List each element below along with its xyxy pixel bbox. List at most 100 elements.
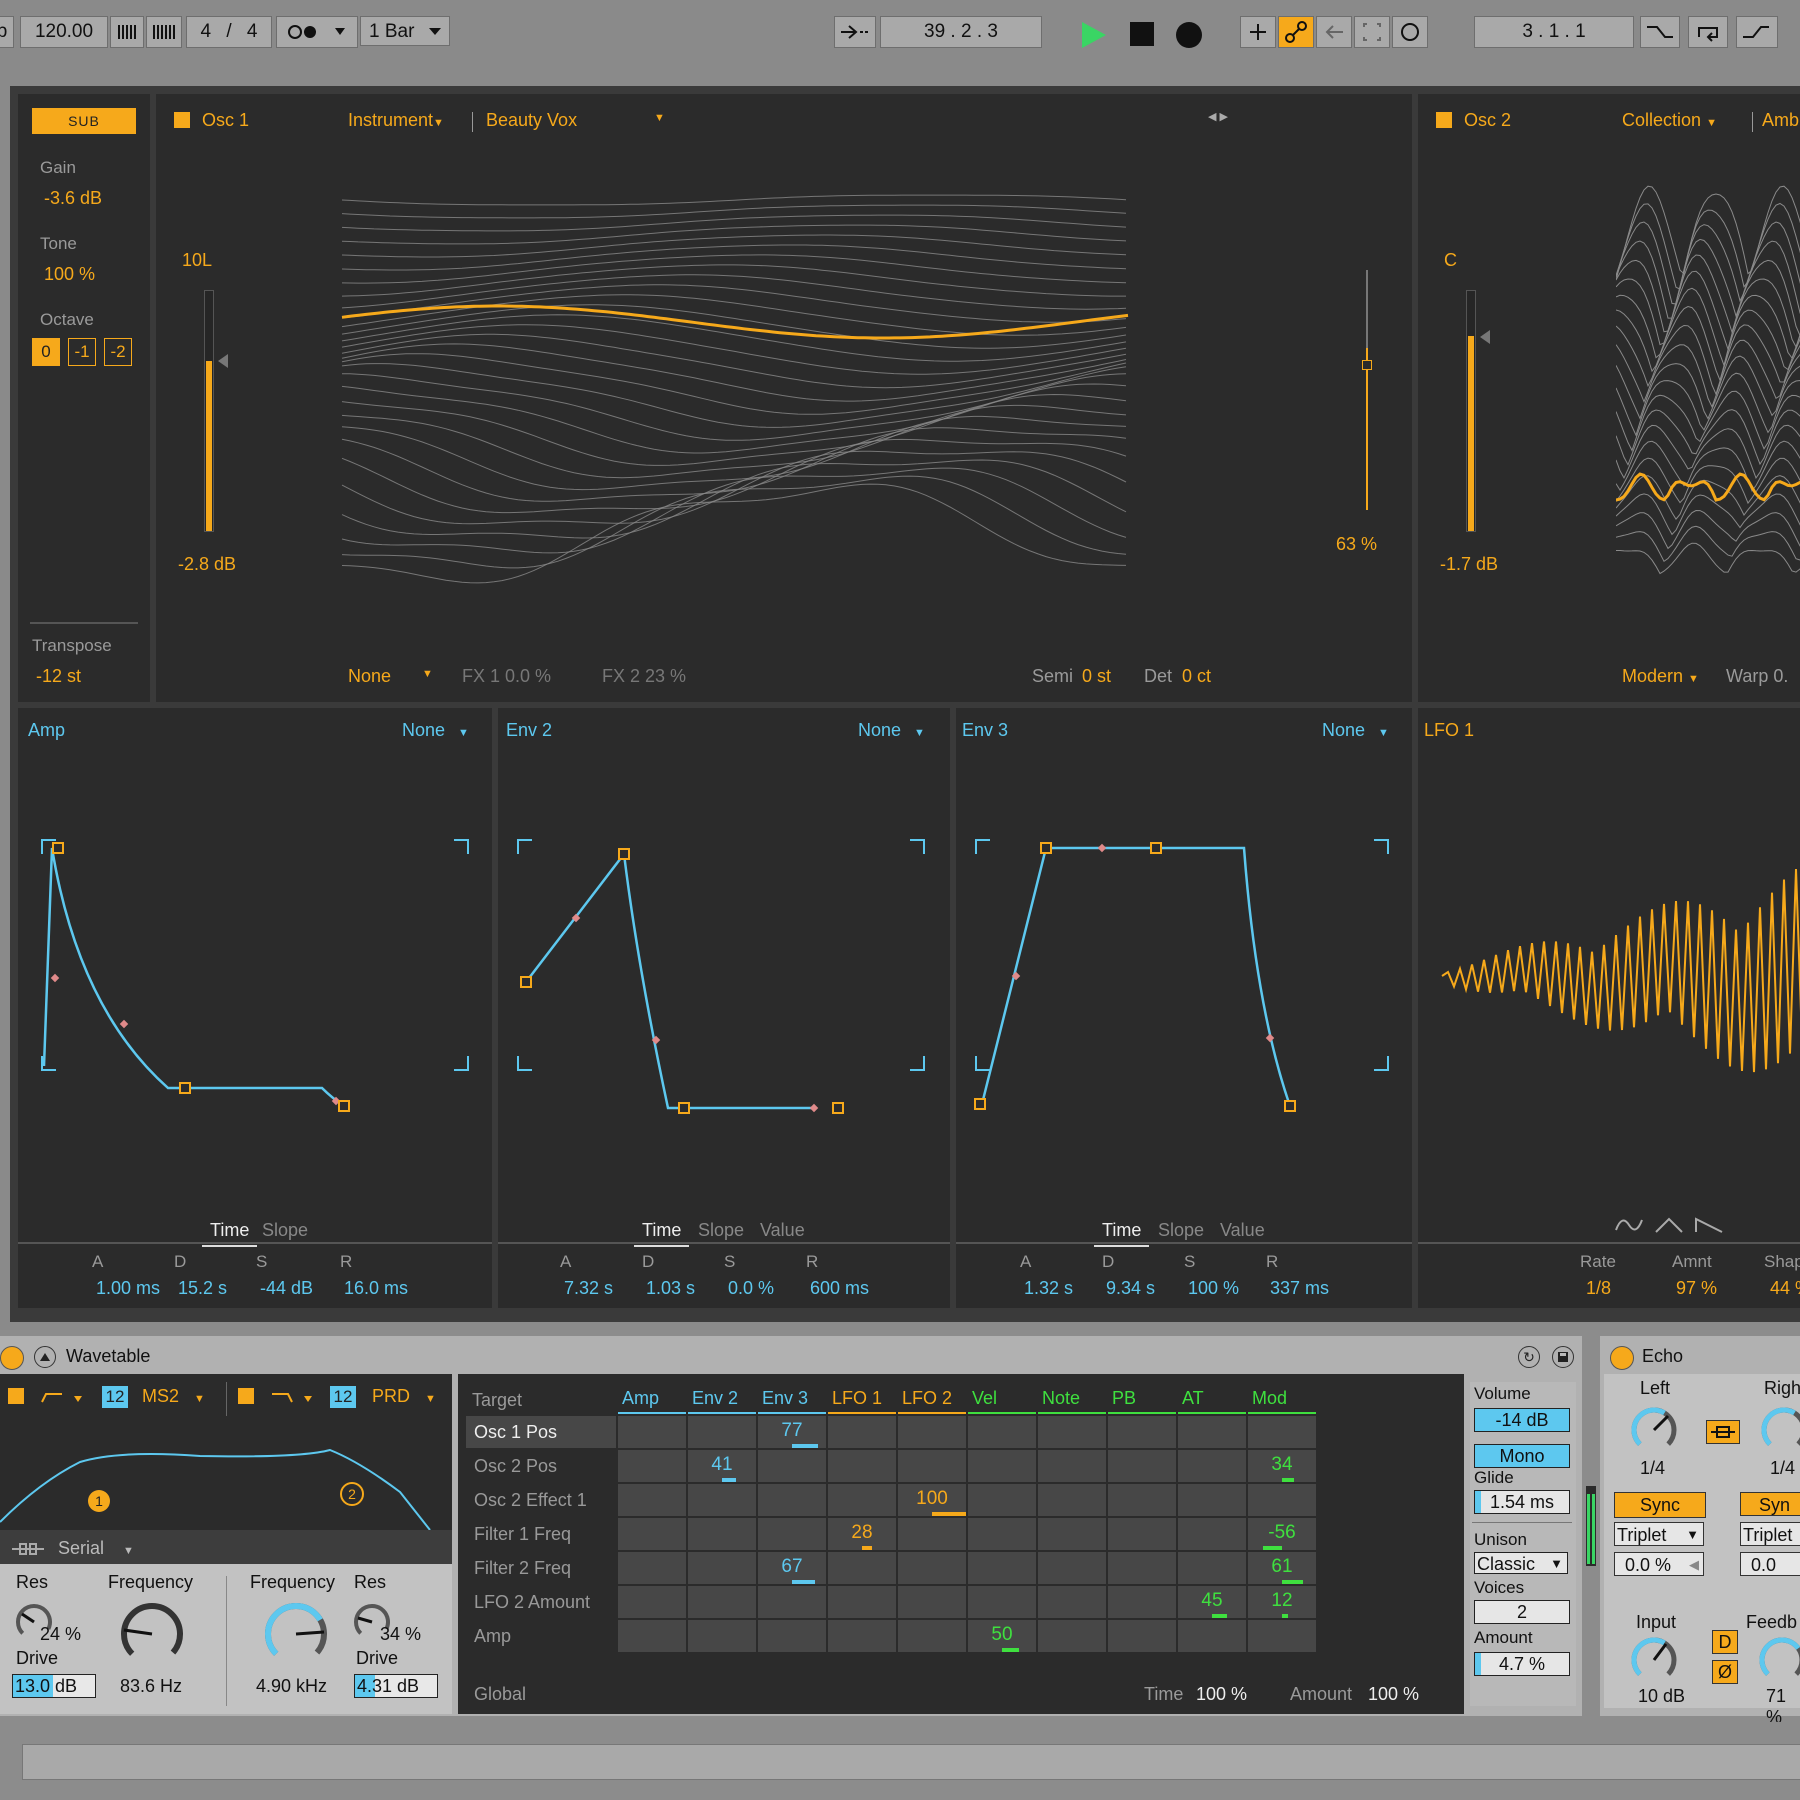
wavetable-prev-next[interactable]: ◀ ▶ xyxy=(1208,110,1228,123)
osc2-wavetable-select[interactable]: Amb xyxy=(1762,110,1799,131)
envelope-breakpoint[interactable] xyxy=(1150,842,1162,854)
envelope-curve-handle[interactable] xyxy=(50,973,60,983)
glide-field[interactable]: 1.54 ms xyxy=(1474,1490,1570,1514)
f1-freq-value[interactable]: 83.6 Hz xyxy=(120,1676,182,1697)
matrix-cell[interactable] xyxy=(898,1416,966,1448)
f1-res-value[interactable]: 24 % xyxy=(40,1624,81,1645)
amp-envelope-display[interactable] xyxy=(18,708,492,1248)
matrix-target-row-label[interactable]: Osc 2 Effect 1 xyxy=(466,1484,616,1516)
tempo-field[interactable]: 120.00 xyxy=(20,16,108,48)
matrix-source-lfo-2[interactable]: LFO 2 xyxy=(902,1388,952,1409)
f2-res-value[interactable]: 34 % xyxy=(380,1624,421,1645)
octave-minus2-button[interactable]: -2 xyxy=(104,338,132,366)
matrix-cell[interactable] xyxy=(898,1620,966,1652)
tab-slope[interactable]: Slope xyxy=(262,1220,308,1241)
filter1-type-icon[interactable] xyxy=(40,1388,86,1413)
env2-a-value[interactable]: 7.32 s xyxy=(564,1278,613,1299)
matrix-cell-value[interactable]: 41 xyxy=(682,1454,762,1476)
echo-left-mode-select[interactable]: Triplet ▼ xyxy=(1614,1522,1704,1546)
matrix-cell[interactable] xyxy=(688,1586,756,1618)
filter2-circuit-select[interactable]: PRD ▼ xyxy=(372,1386,436,1407)
envelope-breakpoint[interactable] xyxy=(1040,842,1052,854)
osc2-gain-meter[interactable] xyxy=(1466,290,1476,532)
tap-button[interactable]: b xyxy=(0,16,14,48)
matrix-cell[interactable] xyxy=(758,1518,826,1550)
matrix-cell[interactable] xyxy=(758,1620,826,1652)
matrix-cell[interactable] xyxy=(1108,1552,1176,1584)
osc1-semi-value[interactable]: 0 st xyxy=(1082,666,1111,687)
osc1-fx2[interactable]: FX 2 23 % xyxy=(602,666,686,687)
matrix-target-row-label[interactable]: Filter 1 Freq xyxy=(466,1518,616,1550)
matrix-cell[interactable] xyxy=(688,1552,756,1584)
echo-link-button[interactable] xyxy=(1706,1420,1740,1444)
hot-swap-icon[interactable]: ↻ xyxy=(1518,1346,1540,1368)
tab-value[interactable]: Value xyxy=(1220,1220,1265,1241)
filter2-toggle[interactable] xyxy=(238,1388,254,1404)
envelope-breakpoint[interactable] xyxy=(618,848,630,860)
echo-left-offset[interactable]: 0.0 % ◀ xyxy=(1614,1552,1704,1576)
matrix-cell[interactable] xyxy=(968,1416,1036,1448)
env2-d-value[interactable]: 1.03 s xyxy=(646,1278,695,1299)
arrangement-position[interactable]: 39 . 2 . 3 xyxy=(880,16,1042,48)
amp-d-value[interactable]: 15.2 s xyxy=(178,1278,227,1299)
f2-freq-value[interactable]: 4.90 kHz xyxy=(256,1676,327,1697)
filter1-slope[interactable]: 12 xyxy=(102,1386,128,1408)
echo-right-sync-button[interactable]: Syn xyxy=(1740,1492,1800,1516)
matrix-cell-value[interactable]: 12 xyxy=(1242,1590,1322,1612)
matrix-cell[interactable] xyxy=(1178,1518,1246,1550)
echo-left-sync-button[interactable]: Sync xyxy=(1614,1492,1706,1518)
filter2-marker-badge[interactable]: 2 xyxy=(340,1482,364,1506)
matrix-cell[interactable] xyxy=(1108,1620,1176,1652)
filter-response-display[interactable] xyxy=(0,1422,452,1531)
loop-start-position[interactable]: 3 . 1 . 1 xyxy=(1474,16,1634,48)
env3-a-value[interactable]: 1.32 s xyxy=(1024,1278,1073,1299)
envelope-breakpoint[interactable] xyxy=(974,1098,986,1110)
osc1-fx1[interactable]: FX 1 0.0 % xyxy=(462,666,551,687)
matrix-cell[interactable] xyxy=(758,1586,826,1618)
envelope-breakpoint[interactable] xyxy=(678,1102,690,1114)
osc1-gain-value[interactable]: -2.8 dB xyxy=(178,554,236,575)
env3-display[interactable] xyxy=(956,708,1412,1248)
matrix-source-env-2[interactable]: Env 2 xyxy=(692,1388,738,1409)
osc1-position-slider[interactable] xyxy=(1366,270,1368,510)
tab-slope[interactable]: Slope xyxy=(1158,1220,1204,1241)
filter1-circuit-select[interactable]: MS2 ▼ xyxy=(142,1386,205,1407)
osc1-gain-meter[interactable] xyxy=(204,290,214,532)
transpose-value[interactable]: -12 st xyxy=(36,666,81,687)
matrix-cell[interactable] xyxy=(968,1518,1036,1550)
matrix-cell[interactable] xyxy=(898,1552,966,1584)
env2-s-value[interactable]: 0.0 % xyxy=(728,1278,774,1299)
octave-minus1-button[interactable]: -1 xyxy=(68,338,96,366)
matrix-cell[interactable] xyxy=(828,1484,896,1516)
env3-s-value[interactable]: 100 % xyxy=(1188,1278,1239,1299)
matrix-cell[interactable] xyxy=(618,1620,686,1652)
matrix-cell[interactable] xyxy=(1248,1416,1316,1448)
matrix-cell-value[interactable]: -56 xyxy=(1242,1522,1322,1544)
osc1-pan-value[interactable]: 10L xyxy=(182,250,212,271)
back-to-arrangement-button[interactable] xyxy=(1316,16,1352,48)
sub-toggle-button[interactable]: SUB xyxy=(32,108,136,134)
matrix-source-at[interactable]: AT xyxy=(1182,1388,1204,1409)
lfo-shape-triangle-icon[interactable] xyxy=(1654,1216,1684,1239)
record-button[interactable] xyxy=(1176,22,1202,48)
envelope-breakpoint[interactable] xyxy=(338,1100,350,1112)
envelope-curve-handle[interactable] xyxy=(119,1019,129,1029)
unison-amount-field[interactable]: 4.7 % xyxy=(1474,1652,1570,1676)
matrix-cell[interactable] xyxy=(1038,1586,1106,1618)
loop-button[interactable] xyxy=(1688,16,1728,48)
osc2-gain-value[interactable]: -1.7 dB xyxy=(1440,554,1498,575)
follow-button[interactable] xyxy=(834,16,876,48)
matrix-cell[interactable] xyxy=(968,1450,1036,1482)
filter2-slope[interactable]: 12 xyxy=(330,1386,356,1408)
matrix-cell-value[interactable]: 50 xyxy=(962,1624,1042,1646)
matrix-source-mod[interactable]: Mod xyxy=(1252,1388,1287,1409)
matrix-cell[interactable] xyxy=(688,1484,756,1516)
matrix-cell[interactable] xyxy=(898,1518,966,1550)
device-fold-button[interactable] xyxy=(34,1346,56,1368)
osc2-toggle[interactable] xyxy=(1436,112,1452,128)
matrix-cell[interactable] xyxy=(618,1518,686,1550)
matrix-cell[interactable] xyxy=(688,1620,756,1652)
echo-right-knob[interactable] xyxy=(1758,1404,1800,1461)
quantize-select[interactable]: 1 Bar xyxy=(360,16,450,46)
automation-arm-button[interactable] xyxy=(1278,16,1314,48)
